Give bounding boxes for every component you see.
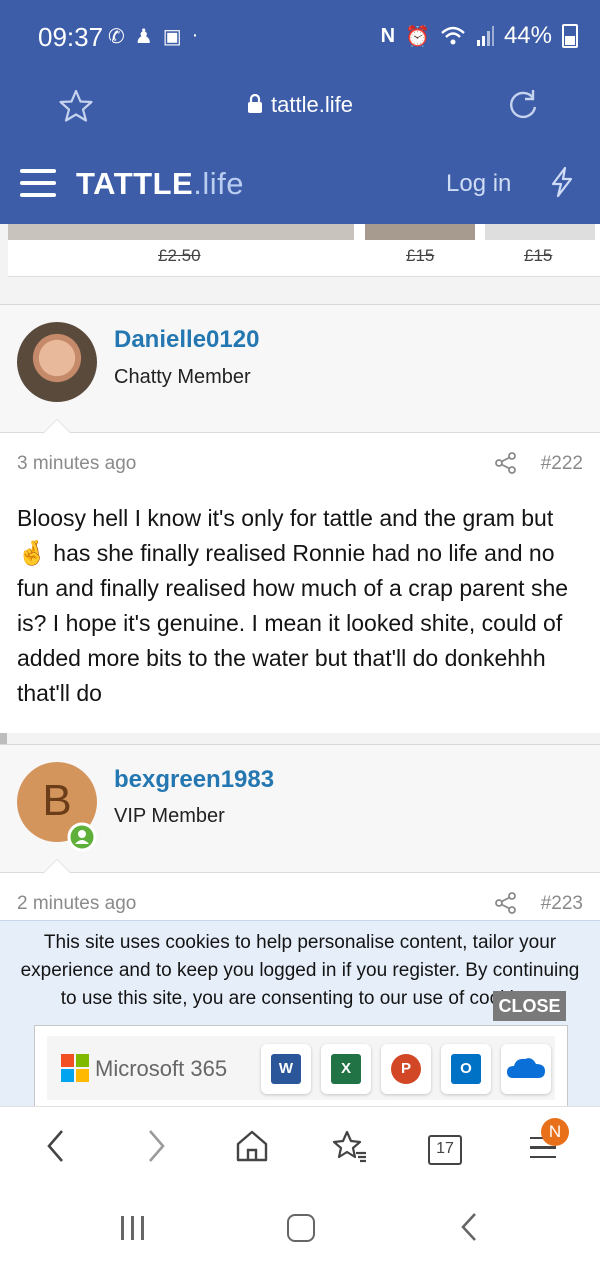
post-body: 3 minutes ago #222 Bloosy hell I know it… bbox=[0, 419, 600, 733]
message-text: has she finally realised Ronnie had no l… bbox=[17, 540, 569, 706]
product-price: £15 bbox=[524, 246, 553, 265]
nfc-icon: N bbox=[380, 24, 396, 47]
post-number[interactable]: #222 bbox=[541, 453, 583, 475]
site-logo[interactable]: TATTLE.life bbox=[76, 166, 244, 202]
tabs-button[interactable]: 17 bbox=[428, 1135, 462, 1165]
home-icon[interactable] bbox=[235, 1129, 269, 1163]
product-image[interactable] bbox=[365, 224, 475, 240]
browser-toolbar: 17 N bbox=[0, 1106, 600, 1189]
wifi-icon bbox=[441, 26, 465, 45]
logo-suffix: .life bbox=[193, 166, 244, 201]
menu-notification-badge: N bbox=[541, 1118, 569, 1146]
share-icon[interactable] bbox=[495, 892, 517, 914]
post-body: 2 minutes ago #223 bbox=[0, 859, 600, 921]
product-price: £2.50 bbox=[158, 246, 201, 265]
system-icons: N ⏰ 44% bbox=[381, 22, 578, 50]
reload-icon[interactable] bbox=[506, 88, 540, 122]
product-image[interactable] bbox=[485, 224, 595, 240]
system-back-icon[interactable] bbox=[460, 1212, 478, 1242]
signal-icon bbox=[476, 26, 494, 46]
voicemail-icon: ▣ bbox=[162, 26, 182, 48]
home-button-icon[interactable] bbox=[287, 1214, 315, 1242]
system-navigation-bar bbox=[0, 1188, 600, 1266]
bookmarks-icon[interactable] bbox=[332, 1129, 368, 1165]
post-timestamp[interactable]: 3 minutes ago bbox=[17, 453, 136, 475]
ad-inner: Microsoft 365 W X P O bbox=[47, 1036, 555, 1100]
product-price: £15 bbox=[406, 246, 435, 265]
dot-icon: · bbox=[191, 24, 199, 46]
microsoft-logo-icon bbox=[61, 1054, 89, 1082]
powerpoint-app-icon: P bbox=[381, 1044, 431, 1094]
forward-icon[interactable] bbox=[146, 1129, 166, 1163]
avatar-letter: B bbox=[42, 776, 72, 825]
clock: 09:37 bbox=[38, 22, 104, 52]
alarm-icon: ⏰ bbox=[405, 25, 430, 48]
post-author-block: B bexgreen1983 VIP Member bbox=[0, 744, 600, 873]
whatsapp-icon: ✆ bbox=[108, 26, 125, 48]
back-icon[interactable] bbox=[46, 1129, 66, 1163]
share-icon[interactable] bbox=[495, 452, 517, 474]
url-text: tattle.life bbox=[271, 92, 353, 117]
user-title: Chatty Member bbox=[114, 366, 251, 388]
cookie-close-button[interactable]: CLOSE bbox=[493, 991, 566, 1021]
product-image[interactable] bbox=[8, 224, 354, 240]
tabs-count: 17 bbox=[436, 1140, 454, 1157]
onedrive-app-icon bbox=[501, 1044, 551, 1094]
login-link[interactable]: Log in bbox=[446, 170, 511, 198]
post-message: Bloosy hell I know it's only for tattle … bbox=[17, 501, 587, 711]
post-author-block: Danielle0120 Chatty Member bbox=[0, 304, 600, 433]
battery-icon bbox=[562, 24, 578, 48]
excel-app-icon: X bbox=[321, 1044, 371, 1094]
battery-percent: 44% bbox=[503, 22, 552, 49]
notification-icons: ✆ ♟ ▣ · bbox=[108, 24, 198, 49]
author-pointer bbox=[43, 859, 71, 873]
microsoft-365-ad[interactable]: Microsoft 365 W X P O bbox=[34, 1025, 568, 1109]
product-ad-strip: £2.50 £15 £15 bbox=[8, 224, 600, 277]
user-title: VIP Member bbox=[114, 805, 225, 827]
avatar[interactable]: B bbox=[17, 762, 97, 852]
post-number[interactable]: #223 bbox=[541, 893, 583, 915]
author-pointer bbox=[43, 419, 71, 433]
message-text: Bloosy hell I know it's only for tattle … bbox=[17, 505, 554, 531]
word-app-icon: W bbox=[261, 1044, 311, 1094]
lightning-bolt-icon[interactable] bbox=[548, 166, 576, 198]
status-bar: 09:37 ✆ ♟ ▣ · N ⏰ 44% bbox=[0, 0, 600, 72]
username[interactable]: Danielle0120 bbox=[114, 326, 259, 354]
cookie-banner: This site uses cookies to help personali… bbox=[0, 920, 600, 1109]
username[interactable]: bexgreen1983 bbox=[114, 766, 274, 794]
browser-url-bar: tattle.life bbox=[0, 72, 600, 144]
logo-main: TATTLE bbox=[76, 166, 194, 201]
recent-apps-icon[interactable] bbox=[121, 1216, 147, 1240]
fingers-crossed-emoji: 🤞 bbox=[17, 540, 47, 567]
hamburger-menu-icon[interactable] bbox=[20, 169, 56, 199]
site-header: TATTLE.life Log in bbox=[0, 144, 600, 224]
notification-bell-icon: ♟ bbox=[134, 26, 153, 48]
avatar[interactable] bbox=[17, 322, 97, 402]
post-timestamp[interactable]: 2 minutes ago bbox=[17, 893, 136, 915]
online-status-icon bbox=[67, 822, 97, 852]
ad-title: Microsoft 365 bbox=[95, 1056, 228, 1081]
outlook-app-icon: O bbox=[441, 1044, 491, 1094]
lock-icon bbox=[248, 93, 263, 113]
